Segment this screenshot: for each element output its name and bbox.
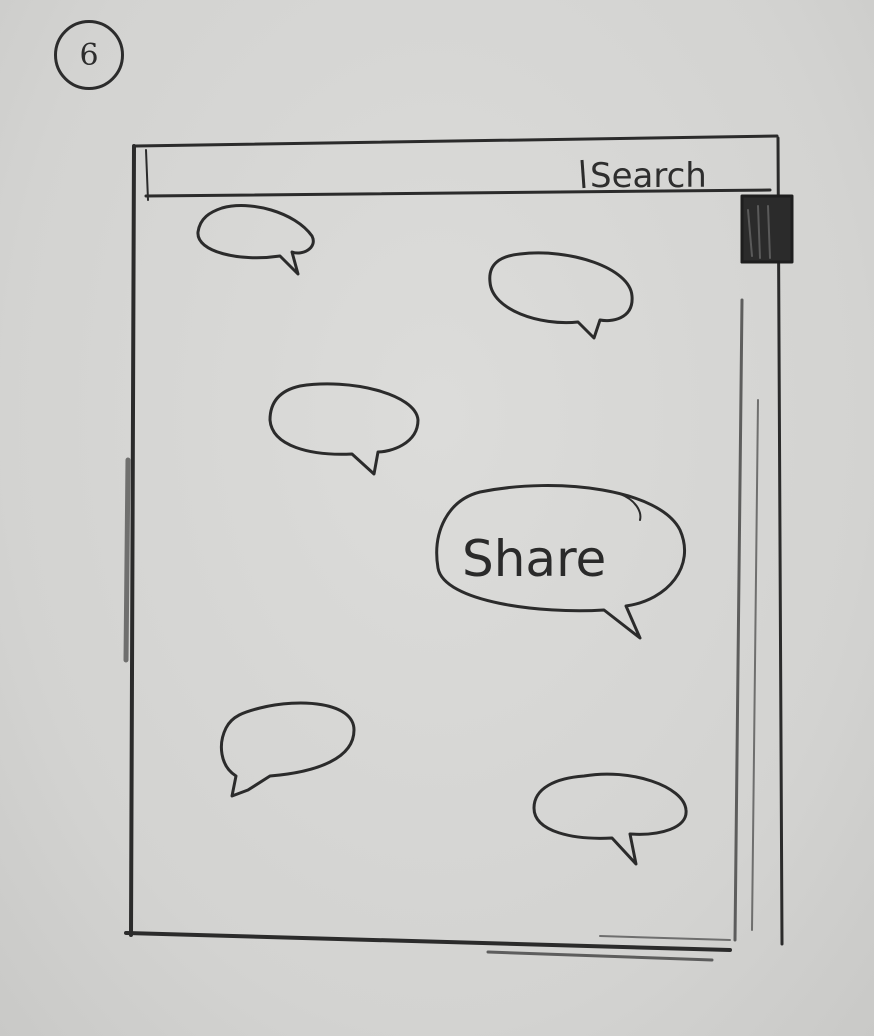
chat-bubble-1[interactable] xyxy=(196,204,315,276)
chat-bubble-5[interactable] xyxy=(532,772,688,866)
search-label[interactable]: Search xyxy=(590,156,707,196)
chat-bubble-3[interactable] xyxy=(268,382,420,476)
scrollbar[interactable] xyxy=(740,194,794,264)
wireframe-sketch: Search Share xyxy=(123,134,794,962)
chat-bubble-2[interactable] xyxy=(488,251,634,340)
search-cursor xyxy=(580,159,586,189)
chat-bubble-4[interactable] xyxy=(219,701,356,798)
share-label: Share xyxy=(462,530,606,588)
